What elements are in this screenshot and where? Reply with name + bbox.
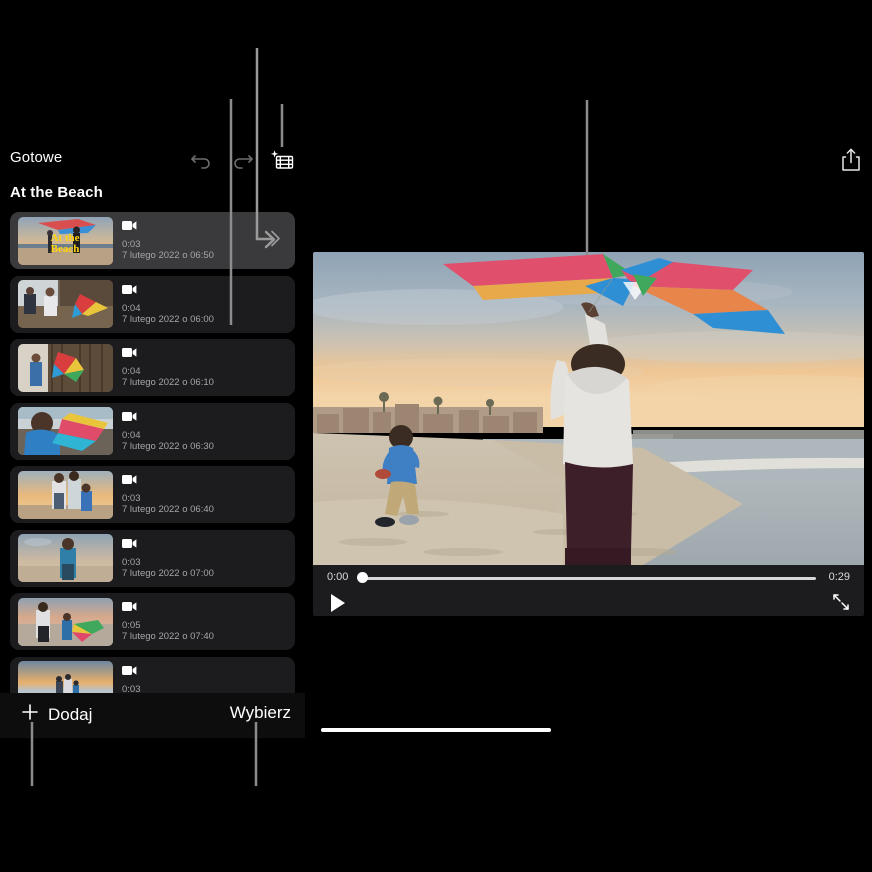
- video-icon: [122, 409, 214, 427]
- clip-date: 7 lutego 2022 o 07:00: [122, 568, 214, 580]
- svg-text:Beach: Beach: [51, 243, 80, 255]
- video-icon: [122, 345, 214, 363]
- total-time-label: 0:29: [829, 571, 850, 583]
- clip-duration: 0:03: [122, 684, 214, 694]
- share-button[interactable]: [839, 147, 863, 178]
- video-icon: [122, 599, 214, 617]
- clip-sidebar: Gotowe: [0, 140, 305, 693]
- sidebar-toolbar-icons: [189, 147, 295, 173]
- play-button[interactable]: [330, 593, 347, 616]
- clip-meta: 0:04 7 lutego 2022 o 06:00: [122, 282, 214, 326]
- clip-thumbnail: [18, 661, 113, 693]
- sidebar-toolbar: Gotowe: [0, 140, 305, 188]
- clip-thumbnail: [18, 534, 113, 582]
- clip-duration: 0:03: [122, 557, 214, 568]
- redo-icon[interactable]: [229, 147, 255, 173]
- clip-meta: 0:04 7 lutego 2022 o 06:10: [122, 345, 214, 389]
- list-item[interactable]: 0:05 7 lutego 2022 o 07:40: [10, 593, 295, 650]
- chevron-right-icon[interactable]: [270, 229, 281, 252]
- clip-date: 7 lutego 2022 o 06:00: [122, 314, 214, 326]
- clip-duration: 0:05: [122, 620, 214, 631]
- home-indicator: [321, 728, 551, 732]
- clip-meta: 0:03 7 lutego 2022 o 06:50: [122, 218, 214, 262]
- video-player: 0:00 0:29: [313, 252, 864, 616]
- page-title: At the Beach: [10, 184, 103, 201]
- clip-thumbnail: [18, 344, 113, 392]
- clip-thumbnail: [18, 471, 113, 519]
- clip-thumbnail: [18, 407, 113, 455]
- scrubber-track[interactable]: [361, 577, 816, 580]
- fullscreen-button[interactable]: [832, 593, 850, 616]
- clip-duration: 0:04: [122, 303, 214, 314]
- clip-meta: 0:03 7 lutego 2022 o 07:50: [122, 663, 214, 694]
- clip-date: 7 lutego 2022 o 06:30: [122, 441, 214, 453]
- clip-duration: 0:03: [122, 493, 214, 504]
- list-item[interactable]: 0:04 7 lutego 2022 o 06:30: [10, 403, 295, 460]
- video-icon: [122, 663, 214, 681]
- current-time-label: 0:00: [327, 571, 348, 583]
- scrubber-handle[interactable]: [357, 572, 368, 583]
- clip-duration: 0:03: [122, 239, 214, 250]
- player-controls: [313, 591, 864, 616]
- add-media-button[interactable]: Dodaj: [20, 702, 92, 727]
- list-item[interactable]: 0:04 7 lutego 2022 o 06:10: [10, 339, 295, 396]
- clip-list[interactable]: At the Beach 0:03 7 lutego 2022 o 06:50: [0, 212, 305, 693]
- select-button[interactable]: Wybierz: [230, 703, 291, 723]
- video-preview[interactable]: [313, 252, 864, 565]
- clip-thumbnail: At the Beach: [18, 217, 113, 265]
- add-media-label: Dodaj: [48, 705, 92, 725]
- undo-icon[interactable]: [189, 147, 215, 173]
- clip-thumbnail: [18, 280, 113, 328]
- video-icon: [122, 472, 214, 490]
- share-icon: [839, 160, 863, 177]
- imovie-screen: Gotowe: [0, 0, 872, 872]
- clip-duration: 0:04: [122, 430, 214, 441]
- list-item[interactable]: 0:03 7 lutego 2022 o 07:00: [10, 530, 295, 587]
- list-item[interactable]: At the Beach 0:03 7 lutego 2022 o 06:50: [10, 212, 295, 269]
- sidebar-bottom-toolbar: Dodaj Wybierz: [0, 693, 305, 738]
- clip-meta: 0:03 7 lutego 2022 o 07:00: [122, 536, 214, 580]
- done-button[interactable]: Gotowe: [10, 149, 62, 166]
- clip-thumbnail: [18, 598, 113, 646]
- video-icon: [122, 536, 214, 554]
- clip-date: 7 lutego 2022 o 07:40: [122, 631, 214, 643]
- video-icon: [122, 282, 214, 300]
- list-item[interactable]: 0:03 7 lutego 2022 o 06:40: [10, 466, 295, 523]
- clip-date: 7 lutego 2022 o 06:40: [122, 504, 214, 516]
- video-icon: [122, 218, 214, 236]
- list-item[interactable]: 0:04 7 lutego 2022 o 06:00: [10, 276, 295, 333]
- scrubber-row: 0:00 0:29: [313, 565, 864, 591]
- clip-date: 7 lutego 2022 o 06:10: [122, 377, 214, 389]
- plus-icon: [20, 702, 40, 727]
- clip-date: 7 lutego 2022 o 06:50: [122, 250, 214, 262]
- clip-meta: 0:05 7 lutego 2022 o 07:40: [122, 599, 214, 643]
- magic-movie-icon[interactable]: [269, 147, 295, 173]
- clip-duration: 0:04: [122, 366, 214, 377]
- clip-meta: 0:04 7 lutego 2022 o 06:30: [122, 409, 214, 453]
- clip-meta: 0:03 7 lutego 2022 o 06:40: [122, 472, 214, 516]
- list-item[interactable]: 0:03 7 lutego 2022 o 07:50: [10, 657, 295, 694]
